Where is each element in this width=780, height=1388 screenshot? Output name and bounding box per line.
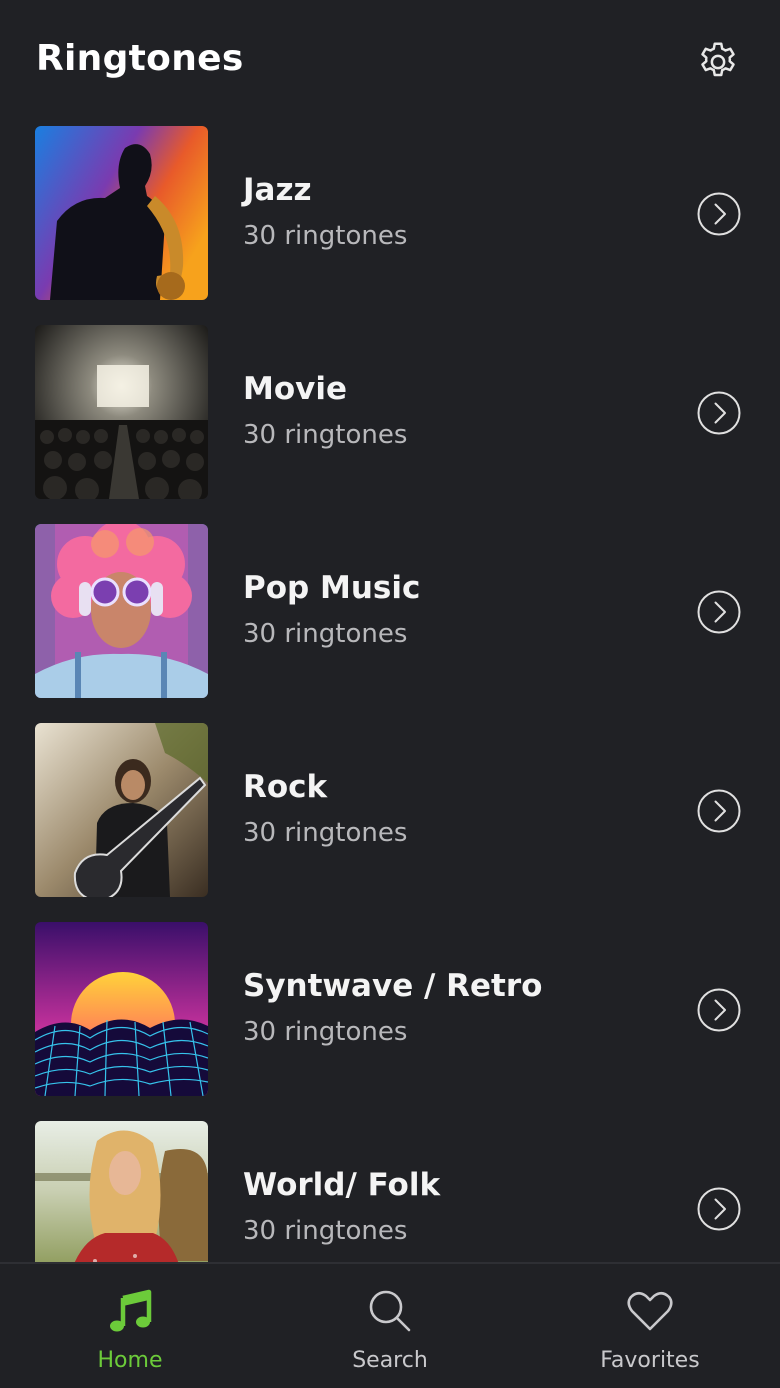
list-item[interactable]: Jazz 30 ringtones [0,126,780,300]
category-count: 30 ringtones [243,221,408,251]
folk-girl-image [35,1121,208,1262]
list-item[interactable]: Movie 30 ringtones [0,325,780,499]
category-list: Jazz 30 ringtones Movie 30 ringtones Pop… [0,126,780,1262]
list-item[interactable]: Pop Music 30 ringtones [0,524,780,698]
list-item[interactable]: World/ Folk 30 ringtones [0,1121,780,1262]
synthwave-sunset-image [35,922,208,1096]
chevron-right-circle-icon[interactable] [696,1186,742,1232]
tab-label: Home [97,1348,163,1373]
category-name: Rock [243,769,328,805]
bottom-navigation: Home Search Favorites [0,1262,780,1388]
tab-label: Search [352,1348,428,1373]
tab-home[interactable]: Home [0,1264,260,1388]
movie-theater-image [35,325,208,499]
chevron-right-circle-icon[interactable] [696,987,742,1033]
page-title: Ringtones [36,38,244,79]
category-count: 30 ringtones [243,420,408,450]
pop-girl-headphones-image [35,524,208,698]
rock-guitarist-image [35,723,208,897]
chevron-right-circle-icon[interactable] [696,788,742,834]
saxophone-player-image [35,126,208,300]
category-name: Jazz [243,172,312,208]
category-count: 30 ringtones [243,1017,408,1047]
list-item[interactable]: Syntwave / Retro 30 ringtones [0,922,780,1096]
category-name: Movie [243,371,348,407]
music-note-icon [110,1289,152,1332]
gear-icon [701,42,735,77]
category-count: 30 ringtones [243,818,408,848]
tab-label: Favorites [600,1348,700,1373]
search-icon [369,1290,411,1332]
tab-search[interactable]: Search [260,1264,520,1388]
chevron-right-circle-icon[interactable] [696,390,742,436]
category-count: 30 ringtones [243,619,408,649]
category-name: World/ Folk [243,1167,441,1203]
app-header: Ringtones [0,0,780,120]
category-name: Syntwave / Retro [243,968,543,1004]
category-name: Pop Music [243,570,421,606]
chevron-right-circle-icon[interactable] [696,589,742,635]
tab-favorites[interactable]: Favorites [520,1264,780,1388]
list-item[interactable]: Rock 30 ringtones [0,723,780,897]
settings-button[interactable] [694,38,742,86]
category-count: 30 ringtones [243,1216,408,1246]
heart-icon [627,1291,673,1331]
chevron-right-circle-icon[interactable] [696,191,742,237]
